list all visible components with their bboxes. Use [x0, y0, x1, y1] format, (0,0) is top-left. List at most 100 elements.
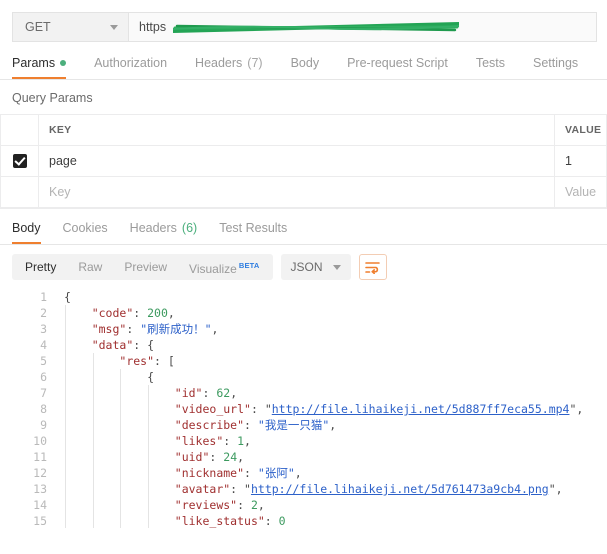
tab-params[interactable]: Params — [12, 56, 67, 79]
code-line: "likes": 1, — [64, 433, 607, 449]
code-token: "data" — [91, 338, 134, 352]
new-param-key-cell[interactable]: Key — [38, 176, 555, 208]
code-token: "describe" — [174, 418, 245, 432]
code-line: "res": [ — [64, 353, 607, 369]
line-number: 10 — [33, 434, 47, 448]
code-line: "describe": "我是一只猫", — [64, 417, 607, 433]
code-token: : — [209, 450, 224, 464]
tab-headers-label: Headers — [195, 56, 243, 70]
format-mode-preview[interactable]: Preview — [113, 254, 178, 280]
response-tab-cookies-label: Cookies — [62, 221, 108, 235]
response-tab-cookies[interactable]: Cookies — [63, 221, 108, 244]
code-link[interactable]: http://file.lihaikeji.net/5d761473a9cb4.… — [251, 482, 549, 496]
code-token: 0 — [278, 514, 286, 528]
content-type-label: JSON — [290, 260, 323, 274]
format-mode-visualize[interactable]: Visualize BETA — [178, 253, 270, 282]
line-number: 7 — [40, 386, 47, 400]
response-tab-headers[interactable]: Headers (6) — [130, 221, 198, 244]
code-token: "张阿" — [257, 466, 295, 480]
response-format-bar: Pretty Raw Preview Visualize BETA JSON — [0, 245, 607, 289]
code-token: : — [244, 466, 258, 480]
code-token: , — [244, 434, 251, 448]
code-token: ", — [548, 482, 563, 496]
code-token: : — [133, 306, 148, 320]
code-token: , — [329, 418, 337, 432]
response-tab-body-label: Body — [12, 221, 41, 235]
code-token: "likes" — [174, 434, 224, 448]
code-token: : — [126, 322, 141, 336]
line-number: 9 — [40, 418, 47, 432]
indent-guide — [92, 353, 94, 528]
line-number: 12 — [33, 466, 47, 480]
code-line: "nickname": "张阿", — [64, 465, 607, 481]
code-token: "avatar" — [174, 482, 231, 496]
param-value-value: 1 — [565, 154, 572, 168]
response-tab-headers-label: Headers — [129, 221, 177, 235]
response-tab-test-results-label: Test Results — [219, 221, 288, 235]
format-mode-raw[interactable]: Raw — [67, 254, 113, 280]
line-number: 1 — [40, 290, 47, 304]
code-token: : — [250, 402, 265, 416]
format-mode-raw-label: Raw — [78, 260, 103, 274]
line-number: 6 — [40, 370, 47, 384]
params-modified-dot-icon — [60, 60, 67, 66]
code-line: "code": 200, — [64, 305, 607, 321]
code-token: 24 — [223, 450, 238, 464]
row-checkbox-cell — [0, 145, 39, 177]
code-line: { — [64, 289, 607, 305]
indent-guide — [120, 369, 122, 528]
response-tab-body[interactable]: Body — [12, 221, 41, 244]
header-checkbox-cell — [0, 114, 39, 146]
code-link[interactable]: http://file.lihaikeji.net/5d887ff7eca55.… — [272, 402, 570, 416]
code-line: "reviews": 2, — [64, 497, 607, 513]
code-token: "like_status" — [174, 514, 265, 528]
line-number: 14 — [33, 498, 47, 512]
tab-authorization[interactable]: Authorization — [94, 56, 167, 79]
code-token: , — [294, 466, 302, 480]
code-line: "id": 62, — [64, 385, 607, 401]
new-param-value-cell[interactable]: Value — [554, 176, 607, 208]
response-body-code[interactable]: { "code": 200, "msg": "刷新成功！", "data": {… — [56, 289, 607, 528]
code-token: " — [244, 482, 251, 496]
tab-tests-label: Tests — [475, 56, 505, 70]
response-tab-test-results[interactable]: Test Results — [219, 221, 287, 244]
param-key-cell[interactable]: page — [38, 145, 555, 177]
chevron-down-icon — [332, 264, 341, 270]
param-enabled-checkbox[interactable] — [13, 154, 27, 168]
tab-settings[interactable]: Settings — [533, 56, 578, 79]
code-token: , — [237, 450, 245, 464]
code-token: "code" — [91, 306, 134, 320]
line-number-gutter: 1 2 3 4 5 6 7 8 9 10 11 12 13 14 15 — [0, 289, 56, 528]
tab-headers[interactable]: Headers (7) — [195, 56, 263, 79]
tab-pre-request-script[interactable]: Pre-request Script — [347, 56, 448, 79]
code-token: { — [64, 290, 71, 304]
request-tabs: Params Authorization Headers (7) Body Pr… — [0, 46, 607, 80]
line-number: 5 — [40, 354, 47, 368]
code-token: , — [167, 306, 175, 320]
code-token: ", — [569, 402, 584, 416]
code-line: "like_status": 0 — [64, 513, 607, 528]
code-token: , — [230, 386, 238, 400]
wrap-text-icon — [365, 261, 380, 274]
table-header-row: KEY VALUE — [0, 114, 607, 146]
request-url-input[interactable]: https — [128, 12, 597, 42]
tab-tests[interactable]: Tests — [476, 56, 505, 79]
tab-pre-request-script-label: Pre-request Script — [347, 56, 448, 70]
code-token: : — [223, 434, 238, 448]
http-method-select[interactable]: GET — [12, 12, 128, 42]
line-number: 2 — [40, 306, 47, 320]
format-mode-pretty[interactable]: Pretty — [14, 254, 67, 280]
request-url-text: https — [139, 20, 167, 34]
indent-guide — [65, 305, 66, 528]
tab-body[interactable]: Body — [291, 56, 320, 79]
content-type-select[interactable]: JSON — [280, 254, 351, 280]
response-body-viewer[interactable]: 1 2 3 4 5 6 7 8 9 10 11 12 13 14 15 { "code": 200, "ms… — [0, 289, 607, 528]
tab-body-label: Body — [290, 56, 320, 70]
format-mode-preview-label: Preview — [124, 260, 168, 274]
format-mode-group: Pretty Raw Preview Visualize BETA — [12, 254, 273, 280]
param-value-cell[interactable]: 1 — [554, 145, 607, 177]
code-token: 200 — [147, 306, 168, 320]
url-redaction-scribble — [173, 22, 459, 33]
line-number: 3 — [40, 322, 47, 336]
wrap-text-button[interactable] — [358, 254, 387, 280]
